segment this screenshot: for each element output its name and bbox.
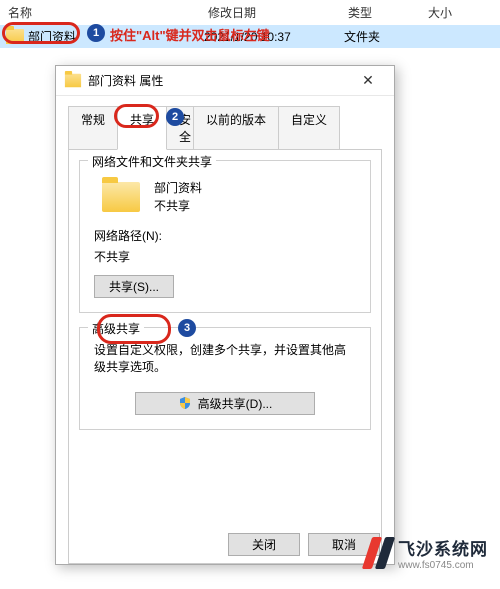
network-share-group: 网络文件和文件夹共享 部门资料 不共享 网络路径(N): 不共享 共享(S)..… xyxy=(79,160,371,313)
col-date[interactable]: 修改日期 xyxy=(200,2,340,23)
titlebar[interactable]: 部门资料 属性 ✕ xyxy=(56,66,394,96)
advanced-share-label: 高级共享(D)... xyxy=(198,395,273,412)
annotation-badge-2: 2 xyxy=(166,108,184,126)
tab-custom[interactable]: 自定义 xyxy=(278,106,340,149)
folder-icon xyxy=(65,74,81,88)
dialog-button-row: 关闭 取消 xyxy=(228,533,380,556)
explorer-column-headers: 名称 修改日期 类型 大小 xyxy=(0,0,500,25)
col-type[interactable]: 类型 xyxy=(340,2,420,23)
watermark-logo-icon xyxy=(367,537,390,569)
close-dialog-button[interactable]: 关闭 xyxy=(228,533,300,556)
share-state: 不共享 xyxy=(154,197,202,215)
close-button[interactable]: ✕ xyxy=(348,72,388,89)
advanced-share-button[interactable]: 高级共享(D)... xyxy=(135,392,315,415)
file-type: 文件夹 xyxy=(344,28,424,45)
annotation-badge-3: 3 xyxy=(178,319,196,337)
watermark-name: 飞沙系统网 xyxy=(398,535,488,560)
advanced-desc: 设置自定义权限，创建多个共享，并设置其他高级共享选项。 xyxy=(94,342,356,376)
group-title: 高级共享 xyxy=(88,320,144,337)
advanced-share-group: 高级共享 设置自定义权限，创建多个共享，并设置其他高级共享选项。 高级共享(D)… xyxy=(79,327,371,430)
watermark: 飞沙系统网 www.fs0745.com xyxy=(367,535,488,571)
network-path-value: 不共享 xyxy=(94,248,358,265)
folder-icon xyxy=(6,29,24,44)
tab-general[interactable]: 常规 xyxy=(68,106,118,149)
watermark-url: www.fs0745.com xyxy=(398,560,488,571)
tab-share[interactable]: 共享 xyxy=(117,106,167,150)
shield-icon xyxy=(178,396,192,410)
properties-dialog: 部门资料 属性 ✕ 常规 共享 安全 以前的版本 自定义 2 网络文件和文件夹共… xyxy=(55,65,395,565)
share-folder-name: 部门资料 xyxy=(154,179,202,197)
col-name[interactable]: 名称 xyxy=(0,2,200,23)
share-button[interactable]: 共享(S)... xyxy=(94,275,174,298)
annotation-text-1: 按住"Alt"键并双击鼠标左键 xyxy=(110,25,270,44)
tab-strip: 常规 共享 安全 以前的版本 自定义 xyxy=(68,106,382,149)
group-title: 网络文件和文件夹共享 xyxy=(88,153,216,170)
folder-icon xyxy=(102,182,140,212)
col-size[interactable]: 大小 xyxy=(420,2,480,23)
tab-content: 网络文件和文件夹共享 部门资料 不共享 网络路径(N): 不共享 共享(S)..… xyxy=(68,149,382,564)
annotation-badge-1: 1 xyxy=(87,24,105,42)
dialog-title: 部门资料 属性 xyxy=(88,72,348,89)
network-path-label: 网络路径(N): xyxy=(94,227,358,244)
tab-versions[interactable]: 以前的版本 xyxy=(193,106,279,149)
